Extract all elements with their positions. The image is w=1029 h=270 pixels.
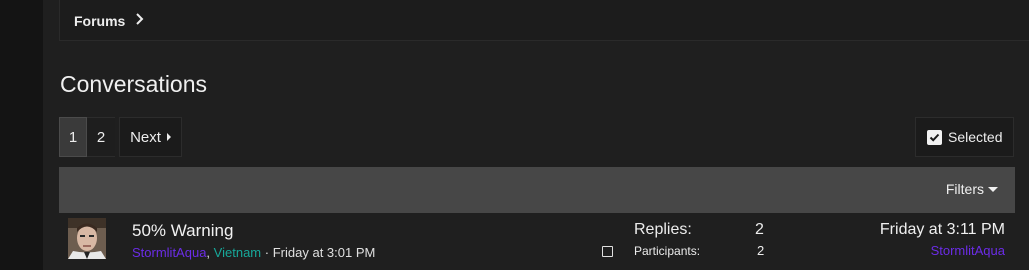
filter-bar: Filters: [59, 167, 1015, 213]
conversation-row[interactable]: 50% Warning StormlitAqua, Vietnam · Frid…: [59, 213, 1015, 270]
conversation-title-link[interactable]: 50% Warning: [132, 221, 233, 241]
selected-button[interactable]: Selected: [915, 117, 1014, 157]
participants-label: Participants:: [634, 244, 701, 258]
conversation-meta: StormlitAqua, Vietnam · Friday at 3:01 P…: [132, 245, 375, 260]
next-label: Next: [130, 128, 161, 146]
checkbox-checked-icon: [927, 129, 942, 145]
participant-link[interactable]: StormlitAqua: [132, 245, 206, 260]
avatar[interactable]: [68, 218, 106, 259]
meta-dot: ·: [264, 245, 270, 260]
separator: ,: [206, 245, 211, 260]
row-select-checkbox[interactable]: [602, 246, 613, 257]
participants-count: 2: [757, 243, 765, 258]
breadcrumb: Forums: [59, 0, 1029, 41]
next-page-button[interactable]: Next: [119, 117, 182, 157]
replies-count: 2: [755, 221, 764, 238]
filters-label: Filters: [945, 181, 984, 197]
caret-down-icon: [988, 186, 998, 192]
page-2-button[interactable]: 2: [87, 117, 115, 157]
started-time[interactable]: Friday at 3:01 PM: [273, 245, 376, 260]
replies-label: Replies:: [634, 221, 692, 238]
breadcrumb-forums-link[interactable]: Forums: [74, 13, 125, 29]
page-1-button[interactable]: 1: [59, 117, 87, 157]
filters-button[interactable]: Filters: [946, 181, 998, 197]
participant-link[interactable]: Vietnam: [214, 245, 261, 260]
last-message-user-link[interactable]: StormlitAqua: [931, 243, 1005, 258]
chevron-right-icon: [136, 13, 144, 25]
left-gutter: [0, 0, 43, 270]
caret-right-icon: [166, 133, 171, 141]
last-message-time[interactable]: Friday at 3:11 PM: [880, 221, 1005, 239]
page-title: Conversations: [60, 71, 208, 97]
selected-label: Selected: [948, 129, 1003, 145]
